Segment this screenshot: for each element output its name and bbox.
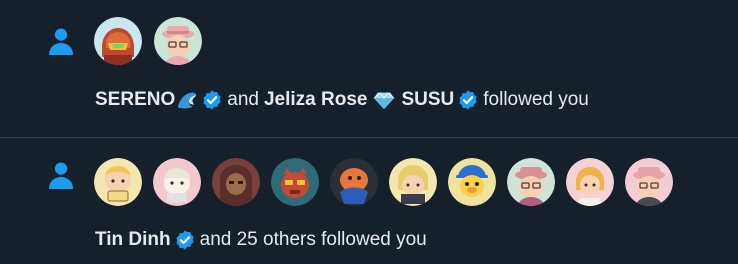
person-icon (49, 162, 73, 189)
follower-avatars (94, 17, 202, 65)
avatar-2[interactable] (153, 158, 201, 206)
avatar-7[interactable] (448, 158, 496, 206)
avatar-4[interactable] (271, 158, 319, 206)
user-name-sereno[interactable]: SERENO (95, 88, 175, 112)
avatar-6[interactable] (389, 158, 437, 206)
wave-emoji (178, 92, 197, 109)
verified-badge-icon (459, 90, 477, 110)
user-name-jeliza-rose[interactable]: Jeliza Rose (264, 88, 368, 112)
avatar-10[interactable] (625, 158, 673, 206)
notification-text: SERENO and Jeliza Rose SUSU followed you (95, 88, 589, 112)
follower-avatars (94, 158, 673, 206)
avatar-8[interactable] (507, 158, 555, 206)
avatar-5[interactable] (330, 158, 378, 206)
avatar-3[interactable] (212, 158, 260, 206)
verified-badge-icon (203, 90, 221, 110)
avatar-9[interactable] (566, 158, 614, 206)
user-name-tin-dinh[interactable]: Tin Dinh (95, 228, 171, 252)
verified-badge-icon (176, 230, 194, 250)
user-name-susu[interactable]: SUSU (401, 88, 454, 112)
follow-notification[interactable]: Tin Dinh and 25 others followed you (0, 138, 738, 264)
and-others-followed-text: and 25 others followed you (199, 229, 427, 250)
avatar-1[interactable] (94, 158, 142, 206)
notification-text: Tin Dinh and 25 others followed you (95, 228, 427, 252)
gem-emoji (374, 92, 395, 110)
pink-hat-avatar[interactable] (154, 17, 202, 65)
and-text: and (227, 89, 259, 110)
notifications-feed: SERENO and Jeliza Rose SUSU followed you… (0, 0, 738, 264)
armored-helmet-avatar[interactable] (94, 17, 142, 65)
person-icon (49, 28, 73, 55)
followed-you-text: followed you (483, 89, 589, 110)
follow-notification[interactable]: SERENO and Jeliza Rose SUSU followed you (0, 0, 738, 138)
